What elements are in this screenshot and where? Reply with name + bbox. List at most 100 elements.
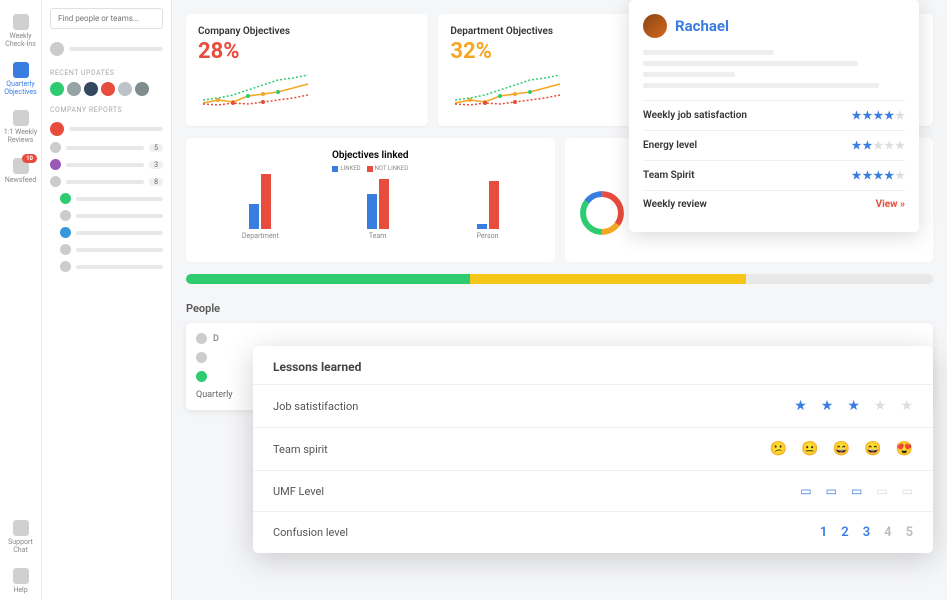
support-icon [13,520,29,536]
company-reports-header: COMPANY REPORTS [50,106,163,114]
number-option[interactable]: 2 [841,525,848,540]
objective-title: Company Objectives [198,26,416,37]
lesson-label: Confusion level [273,526,348,539]
avatar [50,176,61,187]
number-option[interactable]: 4 [884,525,891,540]
lesson-label: Team spirit [273,443,328,456]
emoji-icon[interactable]: 😄 [833,441,850,457]
star-icon[interactable]: ★ [821,398,834,414]
rail-help[interactable]: Help [0,562,41,600]
placeholder [76,265,163,269]
star-rating[interactable]: ★★★★★ [852,169,905,182]
rail-weekly-reviews[interactable]: 1:1 Weekly Reviews [0,104,41,150]
bar [379,179,389,229]
count-badge: 3 [149,161,163,169]
bar [477,224,487,229]
report-item[interactable]: 5 [50,139,163,156]
star-rating[interactable]: ★★★★★ [852,109,905,122]
star-icon: ★ [873,109,883,122]
emoji-icon[interactable]: 😄 [864,441,881,457]
avatar[interactable] [84,82,98,96]
report-item[interactable] [60,190,163,207]
report-item[interactable] [60,241,163,258]
lesson-row: UMF Level ▭ ▭ ▭ ▭ ▭ [253,470,933,511]
progress-segment [186,274,470,284]
star-icon[interactable]: ★ [794,398,807,414]
count-badge: 8 [149,178,163,186]
profile-avatar[interactable] [643,14,667,38]
placeholder [643,72,735,77]
star-icon: ★ [895,139,905,152]
rail-quarterly-objectives[interactable]: Quarterly Objectives [0,56,41,102]
lesson-row: Confusion level 12345 [253,511,933,553]
chart-title: Objectives linked [198,150,543,161]
report-item[interactable]: 3 [50,156,163,173]
weekly-review-row: Weekly review View » [643,190,905,218]
rail-weekly-checkins[interactable]: Weekly Check-Ins [0,8,41,54]
nav-rail: Weekly Check-Ins Quarterly Objectives 1:… [0,0,42,600]
report-item[interactable] [60,258,163,275]
report-item[interactable] [60,224,163,241]
view-link[interactable]: View » [876,199,905,210]
battery-icon[interactable]: ▭ [800,484,811,498]
bar [249,204,259,229]
recent-updates-header: RECENT UPDATES [50,69,163,77]
emoji-icon[interactable]: 😍 [896,441,913,457]
emoji-icon[interactable]: 😕 [770,441,787,457]
search-input[interactable] [50,8,163,29]
chat-icon [13,110,29,126]
star-icon: ★ [852,109,862,122]
legend-item: LINKED [332,165,360,172]
bar-label: Team [369,232,387,240]
star-icon: ★ [884,139,894,152]
avatar[interactable] [50,42,64,56]
bar-label: Department [242,232,279,240]
lesson-label: UMF Level [273,485,324,498]
battery-icon[interactable]: ▭ [851,484,862,498]
bar-label: Person [477,232,499,240]
report-item[interactable]: 8 [50,173,163,190]
placeholder [643,83,879,88]
star-icon[interactable]: ★ [847,398,860,414]
star-icon: ★ [895,169,905,182]
people-header: People [186,302,933,315]
battery-icon[interactable]: ▭ [826,484,837,498]
donut-chart [577,188,627,238]
number-option[interactable]: 3 [863,525,870,540]
lesson-label: Job satistifaction [273,400,358,413]
recent-avatars [50,82,163,96]
rail-newsfeed[interactable]: 10Newsfeed [0,152,41,190]
avatar[interactable] [135,82,149,96]
number-option[interactable]: 5 [906,525,913,540]
report-item[interactable] [60,207,163,224]
objective-percent: 28% [198,39,416,64]
bar [489,181,499,229]
avatar[interactable] [50,82,64,96]
avatar[interactable] [101,82,115,96]
battery-icon[interactable]: ▭ [902,484,913,498]
report-item[interactable] [50,119,163,139]
profile-metric-row: Energy level★★★★★ [643,130,905,160]
avatar [50,159,61,170]
number-option[interactable]: 1 [820,525,827,540]
battery-icon[interactable]: ▭ [876,484,887,498]
star-icon[interactable]: ★ [900,398,913,414]
avatar[interactable] [67,82,81,96]
sparkline [450,70,570,110]
star-rating[interactable]: ★★★★★ [852,139,905,152]
star-icon: ★ [873,139,883,152]
placeholder [643,61,858,66]
avatar[interactable] [118,82,132,96]
star-icon: ★ [873,169,883,182]
bar-group: Team [367,179,389,240]
objective-card[interactable]: Company Objectives 28% [186,14,428,126]
review-label: Weekly review [643,199,707,210]
rail-support-chat[interactable]: Support Chat [0,514,41,560]
sparkline [198,70,318,110]
placeholder [643,50,774,55]
star-icon[interactable]: ★ [874,398,887,414]
emoji-icon[interactable]: 😐 [801,441,818,457]
avatar [196,352,207,363]
calendar-icon [13,14,29,30]
placeholder [76,231,163,235]
